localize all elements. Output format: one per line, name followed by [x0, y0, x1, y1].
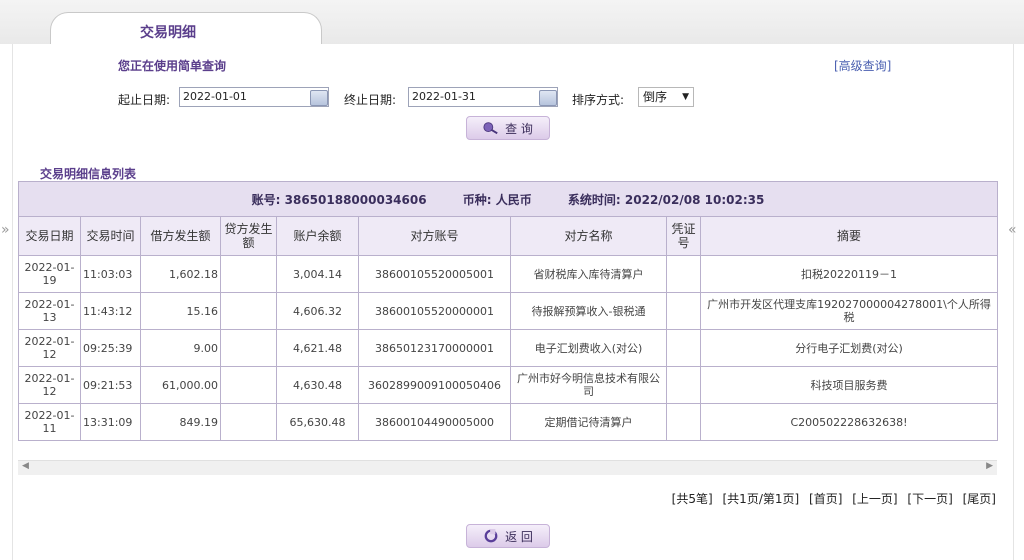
- cell-summary: 扣税20220119－1: [700, 255, 998, 293]
- query-mode-text: 您正在使用简单查询: [118, 59, 227, 73]
- cell-summary: 分行电子汇划费(对公): [700, 329, 998, 367]
- column-header: 对方账号: [358, 216, 511, 256]
- table-row: 2022-01-13 11:43:12 15.16 4,606.32 38600…: [18, 292, 998, 330]
- cell-debit: 61,000.00: [140, 366, 221, 404]
- column-header: 交易日期: [18, 216, 81, 256]
- cell-counter-account: 38600105520005001: [358, 255, 511, 293]
- sort-select-value: 倒序: [643, 90, 668, 104]
- pager-total: [共5笔]: [671, 492, 713, 506]
- cell-voucher: [666, 255, 701, 293]
- cell-credit: [220, 403, 277, 441]
- collapse-right-icon[interactable]: «: [1008, 222, 1017, 238]
- cell-date: 2022-01-19: [18, 255, 81, 293]
- transaction-table: 账号: 38650188000034606 币种: 人民币 系统时间: 2022…: [18, 181, 998, 441]
- advanced-query-link[interactable]: [高级查询]: [834, 57, 891, 74]
- column-header: 借方发生额: [140, 216, 221, 256]
- chevron-down-icon: ▼: [682, 92, 689, 102]
- cell-counter-account: 38600105520000001: [358, 292, 511, 330]
- column-header: 摘要: [700, 216, 998, 256]
- end-date-label: 终止日期:: [344, 93, 397, 107]
- cell-voucher: [666, 329, 701, 367]
- account-number: 账号: 38650188000034606: [251, 192, 427, 207]
- currency: 币种: 人民币: [462, 192, 532, 207]
- cell-time: 11:43:12: [80, 292, 141, 330]
- cell-debit: 1,602.18: [140, 255, 221, 293]
- cell-counter-account: 38650123170000001: [358, 329, 511, 367]
- end-date-input[interactable]: 2022-01-31: [408, 87, 558, 107]
- cell-balance: 4,606.32: [276, 292, 359, 330]
- cell-voucher: [666, 366, 701, 404]
- horizontal-scrollbar[interactable]: ◀ ▶: [18, 460, 997, 475]
- table-row: 2022-01-12 09:25:39 9.00 4,621.48 386501…: [18, 329, 998, 367]
- scroll-right-icon[interactable]: ▶: [986, 461, 993, 471]
- table-header: 交易日期 交易时间 借方发生额 贷方发生额 账户余额 对方账号 对方名称 凭证号…: [18, 216, 998, 256]
- system-time: 系统时间: 2022/02/08 10:02:35: [567, 192, 765, 207]
- cell-balance: 4,630.48: [276, 366, 359, 404]
- scroll-left-icon[interactable]: ◀: [22, 461, 29, 471]
- cell-credit: [220, 366, 277, 404]
- tab-title: 交易明细: [140, 25, 196, 41]
- cell-credit: [220, 329, 277, 367]
- calendar-icon[interactable]: [539, 90, 557, 106]
- search-icon: [483, 122, 498, 135]
- cell-debit: 849.19: [140, 403, 221, 441]
- pager-pages: [共1页/第1页]: [722, 492, 800, 506]
- pager-last-link[interactable]: [尾页]: [963, 492, 996, 506]
- cell-voucher: [666, 403, 701, 441]
- column-header: 账户余额: [276, 216, 359, 256]
- cell-counter-name: 定期借记待清算户: [510, 403, 667, 441]
- cell-date: 2022-01-11: [18, 403, 81, 441]
- cell-counter-account: 3602899009100050406: [358, 366, 511, 404]
- cell-counter-name: 电子汇划费收入(对公): [510, 329, 667, 367]
- cell-counter-name: 省财税库入库待清算户: [510, 255, 667, 293]
- cell-credit: [220, 255, 277, 293]
- pager-prev-link[interactable]: [上一页]: [852, 492, 897, 506]
- cell-summary: 广州市开发区代理支库192027000004278001\个人所得税: [700, 292, 998, 330]
- cell-voucher: [666, 292, 701, 330]
- column-header: 贷方发生额: [220, 216, 277, 256]
- cell-date: 2022-01-12: [18, 366, 81, 404]
- expand-left-icon[interactable]: »: [1, 222, 10, 238]
- pagination: [共5笔] [共1页/第1页] [首页] [上一页] [下一页] [尾页]: [666, 490, 996, 507]
- cell-debit: 9.00: [140, 329, 221, 367]
- sort-label: 排序方式:: [572, 93, 625, 107]
- cell-counter-name: 广州市好今明信息技术有限公司: [510, 366, 667, 404]
- cell-balance: 4,621.48: [276, 329, 359, 367]
- back-icon: [484, 529, 498, 543]
- cell-time: 09:25:39: [80, 329, 141, 367]
- sort-select[interactable]: 倒序 ▼: [638, 87, 694, 107]
- table-row: 2022-01-11 13:31:09 849.19 65,630.48 386…: [18, 403, 998, 441]
- cell-summary: C200502228632638!: [700, 403, 998, 441]
- pager-next-link[interactable]: [下一页]: [907, 492, 952, 506]
- account-info-row: 账号: 38650188000034606 币种: 人民币 系统时间: 2022…: [18, 181, 998, 217]
- cell-balance: 3,004.14: [276, 255, 359, 293]
- cell-counter-account: 38600104490005000: [358, 403, 511, 441]
- calendar-icon[interactable]: [310, 90, 328, 106]
- list-title: 交易明细信息列表: [40, 167, 137, 181]
- back-button[interactable]: 返 回: [466, 524, 550, 548]
- table-row: 2022-01-12 09:21:53 61,000.00 4,630.48 3…: [18, 366, 998, 404]
- cell-date: 2022-01-12: [18, 329, 81, 367]
- cell-counter-name: 待报解预算收入-银税通: [510, 292, 667, 330]
- search-button-label: 查 询: [505, 121, 533, 136]
- cell-balance: 65,630.48: [276, 403, 359, 441]
- start-date-label: 起止日期:: [118, 93, 171, 107]
- cell-summary: 科技项目服务费: [700, 366, 998, 404]
- cell-time: 09:21:53: [80, 366, 141, 404]
- cell-debit: 15.16: [140, 292, 221, 330]
- pager-first-link[interactable]: [首页]: [809, 492, 842, 506]
- cell-time: 11:03:03: [80, 255, 141, 293]
- column-header: 对方名称: [510, 216, 667, 256]
- cell-time: 13:31:09: [80, 403, 141, 441]
- cell-credit: [220, 292, 277, 330]
- column-header: 凭证号: [666, 216, 701, 256]
- search-button[interactable]: 查 询: [466, 116, 550, 140]
- back-button-label: 返 回: [505, 529, 533, 544]
- table-row: 2022-01-19 11:03:03 1,602.18 3,004.14 38…: [18, 255, 998, 293]
- start-date-input[interactable]: 2022-01-01: [179, 87, 329, 107]
- column-header: 交易时间: [80, 216, 141, 256]
- cell-date: 2022-01-13: [18, 292, 81, 330]
